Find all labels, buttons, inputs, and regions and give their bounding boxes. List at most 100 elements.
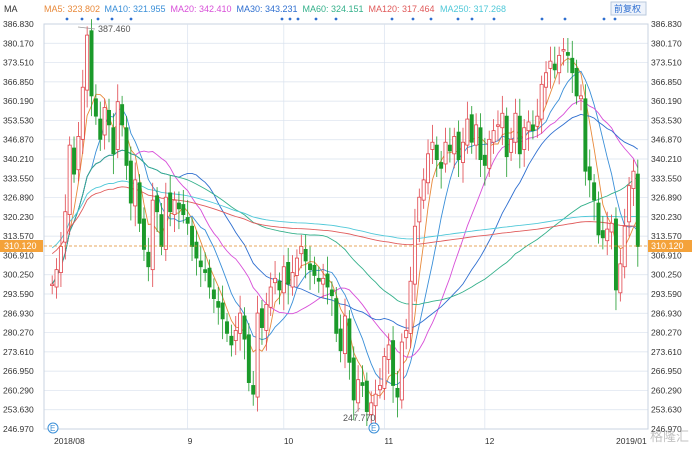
- candle-body: [373, 393, 378, 407]
- legend-label: MA: [4, 4, 18, 14]
- candle-body: [539, 83, 544, 120]
- y-tick-left: 380.170: [3, 38, 34, 48]
- legend-item-ma10: MA10: 321.955: [105, 4, 166, 14]
- candle-body: [627, 185, 632, 223]
- candle-body: [185, 217, 190, 224]
- event-dot: [470, 17, 474, 21]
- candle-body: [290, 272, 295, 288]
- candle-body: [548, 60, 553, 69]
- candle-body: [259, 308, 264, 328]
- candle-body: [63, 211, 68, 243]
- candle-body: [469, 114, 474, 143]
- candle-body: [474, 124, 479, 146]
- candle-body: [233, 330, 238, 341]
- candle-body: [447, 144, 452, 152]
- candle-body: [128, 160, 133, 204]
- candle-body: [264, 303, 269, 331]
- candle-body: [286, 262, 291, 285]
- y-tick-right: 380.170: [651, 38, 682, 48]
- candle-body: [395, 387, 400, 398]
- candle-body: [426, 153, 431, 184]
- candle-body: [461, 141, 465, 163]
- candle-body: [316, 277, 321, 282]
- y-tick-right: 280.270: [651, 328, 682, 338]
- watermark: 格隆汇: [650, 429, 689, 445]
- candle-body: [334, 298, 339, 334]
- event-marker-1-label: E: [50, 424, 55, 433]
- y-tick-right: 353.530: [651, 115, 682, 125]
- candle-body: [229, 335, 234, 346]
- candle-body: [600, 230, 605, 239]
- candle-body: [203, 269, 208, 273]
- candle-body: [133, 179, 138, 207]
- y-tick-right: 260.290: [651, 385, 682, 395]
- y-tick-left: 320.230: [3, 212, 34, 222]
- y-tick-left: 273.610: [3, 347, 34, 357]
- candle-body: [159, 214, 164, 247]
- event-dot: [390, 17, 394, 21]
- y-tick-left: 266.950: [3, 366, 34, 376]
- candle-body: [421, 179, 426, 201]
- candle-body: [294, 257, 299, 276]
- candle-body: [386, 344, 391, 360]
- high-label: 387.460: [98, 24, 131, 34]
- candle-body: [168, 192, 173, 213]
- price-tag-left: 310.120: [4, 241, 37, 251]
- candle-body: [220, 302, 225, 320]
- candle-body: [115, 101, 120, 150]
- candle-body: [535, 115, 540, 127]
- y-tick-left: 353.530: [3, 115, 34, 125]
- candle-body: [343, 315, 347, 355]
- y-tick-left: 293.590: [3, 289, 34, 299]
- candle-body: [399, 341, 404, 401]
- x-tick-label: 11: [384, 436, 393, 446]
- candle-body: [509, 138, 514, 153]
- event-marker-1[interactable]: E: [47, 422, 59, 434]
- candle-body: [382, 356, 387, 389]
- candle-body: [561, 49, 566, 52]
- adjust-button[interactable]: 前复权: [614, 3, 641, 14]
- candle-body: [391, 340, 396, 386]
- candle-body: [281, 266, 286, 294]
- y-tick-right: 333.550: [651, 173, 682, 183]
- event-dot: [280, 17, 284, 21]
- candle-body: [609, 222, 614, 233]
- candle-body: [377, 385, 382, 391]
- candle-body: [150, 199, 155, 271]
- candle-body: [172, 199, 177, 216]
- candle-body: [412, 225, 417, 285]
- candle-body: [54, 269, 59, 288]
- candle-body: [141, 218, 146, 250]
- event-dot: [602, 17, 606, 21]
- candle-body: [225, 321, 229, 334]
- event-dot: [96, 17, 100, 21]
- y-tick-right: 373.510: [651, 58, 682, 68]
- y-tick-left: 373.510: [3, 58, 34, 68]
- x-tick-label: 10: [284, 436, 294, 446]
- candle-body: [605, 228, 610, 242]
- candle-body: [552, 63, 557, 71]
- candle-body: [98, 118, 103, 140]
- candle-body: [452, 136, 457, 155]
- candle-body: [495, 124, 500, 127]
- candle-body: [478, 127, 483, 161]
- legend-item-ma30: MA30: 343.231: [237, 4, 298, 14]
- event-marker-2[interactable]: E: [368, 422, 380, 434]
- candle-body: [434, 144, 439, 161]
- candle-body: [338, 328, 343, 352]
- event-dot: [456, 17, 460, 21]
- candle-body: [404, 330, 409, 339]
- candle-body: [417, 196, 422, 223]
- candle-body: [513, 112, 518, 143]
- y-tick-right: 313.570: [651, 231, 682, 241]
- x-tick-label: 2018/08: [54, 436, 85, 446]
- candle-body: [635, 173, 640, 247]
- y-tick-left: 360.190: [3, 96, 34, 106]
- x-tick-label: 12: [485, 436, 495, 446]
- candle-body: [111, 127, 116, 155]
- candle-body: [67, 144, 72, 216]
- candle-body: [194, 241, 199, 259]
- candle-body: [465, 118, 470, 146]
- candle-body: [303, 248, 308, 262]
- candle-body: [491, 130, 496, 143]
